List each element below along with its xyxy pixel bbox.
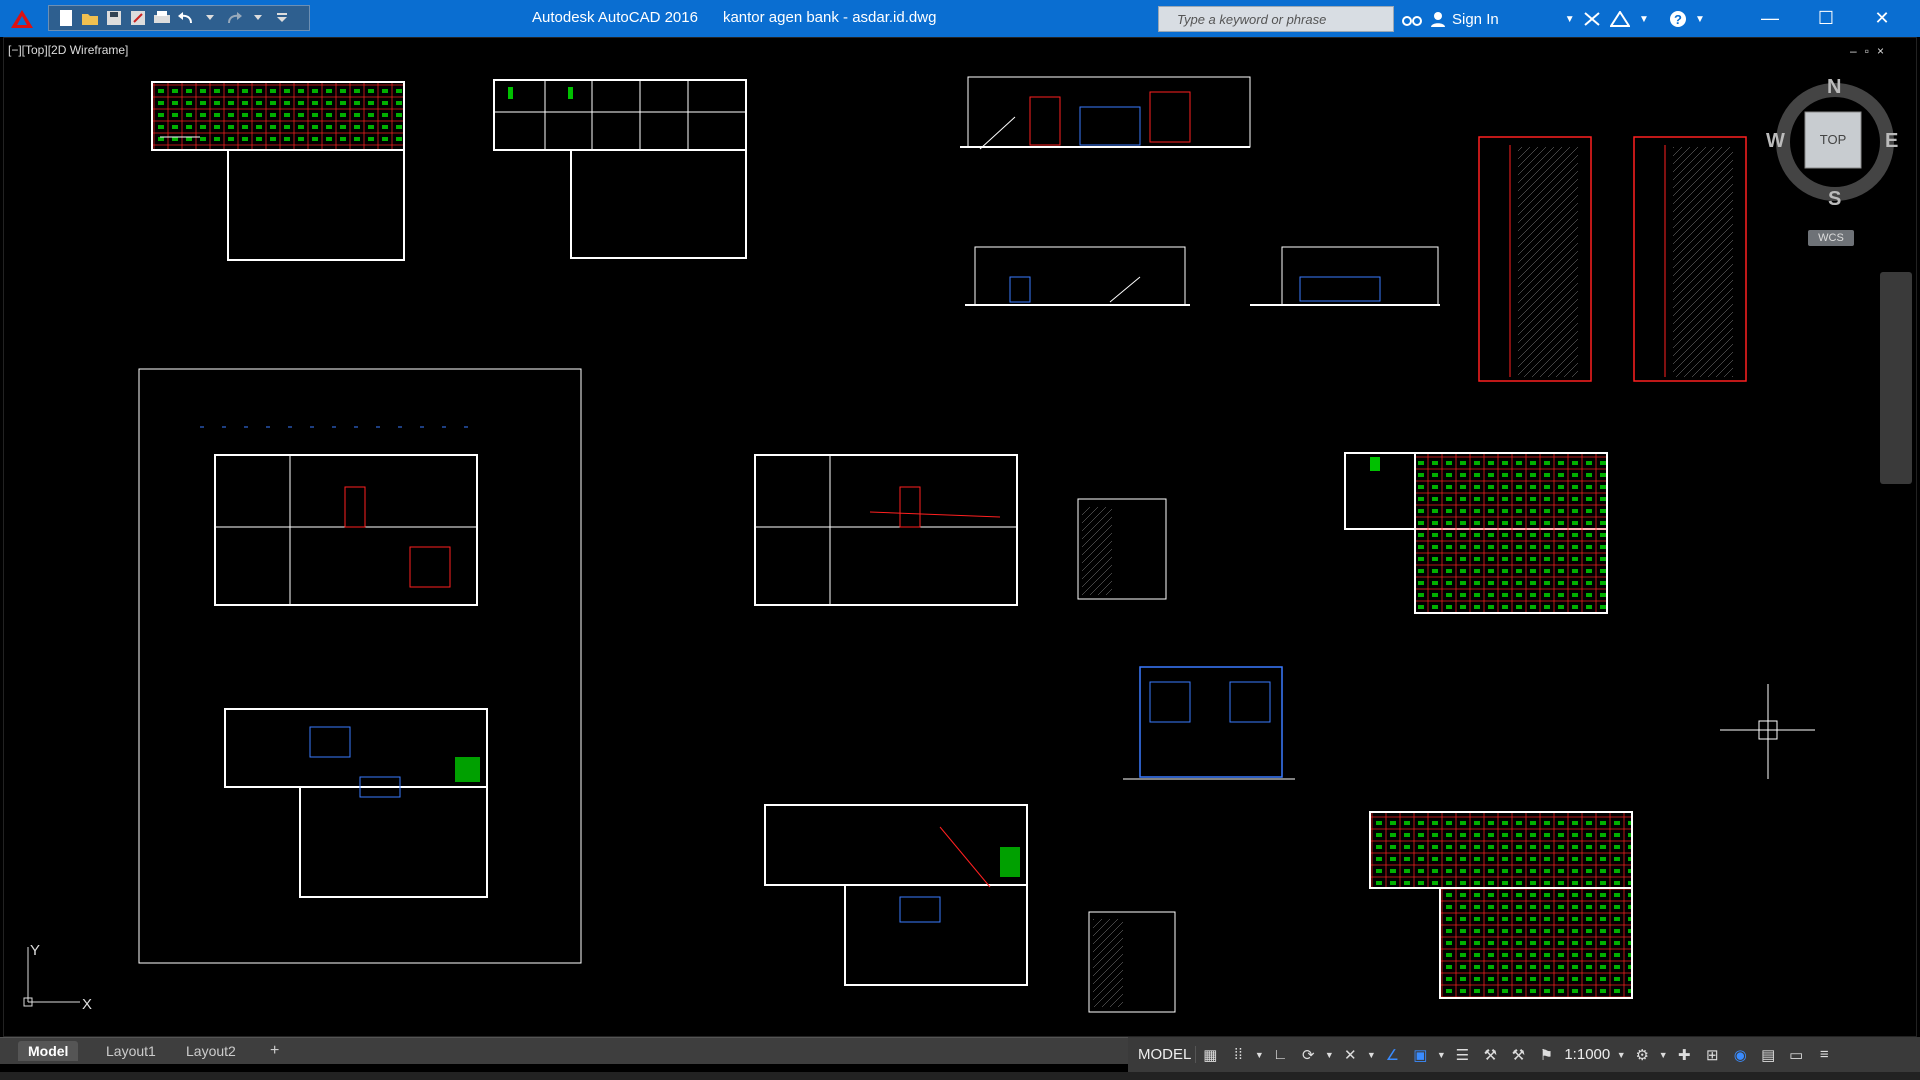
tab-layout1[interactable]: Layout1 bbox=[96, 1041, 166, 1061]
tab-layout2[interactable]: Layout2 bbox=[176, 1041, 246, 1061]
legend-table-1 bbox=[1478, 136, 1592, 382]
application-menu-button[interactable] bbox=[0, 0, 44, 37]
maximize-button[interactable]: ☐ bbox=[1798, 0, 1854, 37]
ucs-menu-button[interactable]: WCS bbox=[1808, 230, 1854, 246]
viewcube[interactable]: TOP N S E W bbox=[1766, 76, 1900, 211]
ceiling-plan-top-left bbox=[151, 81, 405, 261]
units-icon[interactable]: ⊞ bbox=[1698, 1042, 1726, 1068]
snap-dropdown-icon[interactable]: ▼ bbox=[1252, 1042, 1266, 1068]
autocad-logo-icon bbox=[11, 9, 33, 28]
furniture-plan-center bbox=[764, 804, 1028, 986]
search-input[interactable]: Type a keyword or phrase bbox=[1158, 6, 1394, 32]
grid-icon[interactable]: ▦ bbox=[1196, 1042, 1224, 1068]
ucs-y-label: Y bbox=[30, 942, 41, 959]
undo-dropdown-icon[interactable] bbox=[199, 8, 221, 28]
user-icon bbox=[1431, 12, 1445, 27]
compass-south[interactable]: S bbox=[1828, 188, 1841, 211]
front-elevation bbox=[1123, 666, 1295, 780]
workspace-gear-icon[interactable]: ⚙ bbox=[1628, 1042, 1656, 1068]
add-layout-button[interactable]: + bbox=[260, 1041, 289, 1061]
ceiling-plan-lower-right bbox=[1369, 811, 1633, 999]
floor-plan-upper-left bbox=[200, 426, 478, 606]
roof-plan-top bbox=[493, 79, 747, 259]
floor-plan-center bbox=[754, 454, 1018, 606]
sign-in-button[interactable]: Sign In ▼ bbox=[1430, 8, 1575, 30]
cad-drawing-canvas bbox=[23, 76, 1815, 1013]
window-title: Autodesk AutoCAD 2016 kantor agen bank -… bbox=[532, 9, 937, 26]
save-as-icon[interactable] bbox=[127, 8, 149, 28]
isolate-objects-icon[interactable]: ◉ bbox=[1726, 1042, 1754, 1068]
annotation-scale-icon[interactable]: ⚑ bbox=[1532, 1042, 1560, 1068]
legend-table-2 bbox=[1633, 136, 1747, 382]
object-snap-icon[interactable]: ▣ bbox=[1406, 1042, 1434, 1068]
annotation-visibility-icon[interactable]: ⚒ bbox=[1476, 1042, 1504, 1068]
isodraft-dropdown-icon[interactable]: ▼ bbox=[1364, 1042, 1378, 1068]
schedule-table-lower bbox=[1088, 911, 1176, 1013]
object-snap-tracking-icon[interactable]: ∠ bbox=[1378, 1042, 1406, 1068]
compass-west[interactable]: W bbox=[1766, 130, 1785, 153]
annotation-scale-value[interactable]: 1:1000 bbox=[1560, 1046, 1614, 1063]
close-button[interactable]: ✕ bbox=[1854, 0, 1910, 37]
a360-icon[interactable] bbox=[1608, 9, 1632, 29]
a360-dropdown-icon[interactable]: ▼ bbox=[1632, 9, 1656, 29]
undo-icon[interactable] bbox=[175, 8, 197, 28]
lineweight-icon[interactable]: ☰ bbox=[1448, 1042, 1476, 1068]
section-drawing-middle-left bbox=[965, 246, 1190, 306]
section-drawing-top bbox=[960, 76, 1251, 150]
layout-sheet-frame bbox=[138, 368, 582, 964]
section-drawing-middle-right bbox=[1250, 246, 1440, 306]
clean-screen-icon[interactable]: ▭ bbox=[1782, 1042, 1810, 1068]
redo-dropdown-icon[interactable] bbox=[247, 8, 269, 28]
snap-icon[interactable]: ⁞⁞ bbox=[1224, 1042, 1252, 1068]
ceiling-plan-right bbox=[1344, 452, 1608, 614]
ucs-x-label: X bbox=[82, 996, 93, 1013]
quick-access-toolbar bbox=[48, 5, 310, 31]
title-bar: Autodesk AutoCAD 2016 kantor agen bank -… bbox=[0, 0, 1920, 37]
annotation-monitor-icon[interactable]: ✚ bbox=[1670, 1042, 1698, 1068]
infer-constraints-icon[interactable]: ∟ bbox=[1266, 1042, 1294, 1068]
exchange-apps-icon[interactable] bbox=[1580, 9, 1604, 29]
model-space-button[interactable]: MODEL bbox=[1134, 1046, 1197, 1063]
tab-model[interactable]: Model bbox=[18, 1041, 79, 1061]
workspace-dropdown-icon[interactable]: ▼ bbox=[1656, 1042, 1670, 1068]
isodraft-icon[interactable]: ✕ bbox=[1336, 1042, 1364, 1068]
navigation-bar[interactable] bbox=[1880, 272, 1912, 484]
crosshair-cursor bbox=[1720, 684, 1815, 779]
hardware-acceleration-icon[interactable]: ▤ bbox=[1754, 1042, 1782, 1068]
schedule-table-center bbox=[1077, 498, 1167, 600]
compass-north[interactable]: N bbox=[1827, 76, 1841, 99]
status-bar: MODEL ▦ ⁞⁞ ▼ ∟ ⟳ ▼ ✕ ▼ ∠ ▣ ▼ ☰ ⚒ ⚒ ⚑ 1:1… bbox=[1128, 1037, 1920, 1072]
plot-icon[interactable] bbox=[151, 8, 173, 28]
redo-icon[interactable] bbox=[223, 8, 245, 28]
help-icon[interactable]: ? bbox=[1666, 9, 1690, 29]
svg-text:?: ? bbox=[1674, 12, 1682, 27]
chevron-down-icon: ▼ bbox=[1564, 13, 1575, 25]
polar-dropdown-icon[interactable]: ▼ bbox=[1322, 1042, 1336, 1068]
new-file-icon[interactable] bbox=[55, 8, 77, 28]
furniture-plan-lower-left bbox=[224, 708, 488, 898]
compass-east[interactable]: E bbox=[1885, 130, 1898, 153]
binoculars-icon[interactable] bbox=[1400, 9, 1424, 29]
sign-in-label: Sign In bbox=[1452, 10, 1499, 28]
auto-scale-icon[interactable]: ⚒ bbox=[1504, 1042, 1532, 1068]
polar-tracking-icon[interactable]: ⟳ bbox=[1294, 1042, 1322, 1068]
customization-menu-icon[interactable]: ≡ bbox=[1810, 1042, 1838, 1068]
save-icon[interactable] bbox=[103, 8, 125, 28]
help-dropdown-icon[interactable]: ▼ bbox=[1688, 9, 1712, 29]
viewcube-face-top[interactable]: TOP bbox=[1805, 132, 1861, 147]
bottom-strip bbox=[0, 1072, 1920, 1080]
open-file-icon[interactable] bbox=[79, 8, 101, 28]
customize-toolbar-icon[interactable] bbox=[271, 8, 293, 28]
minimize-button[interactable]: — bbox=[1742, 0, 1798, 37]
scale-dropdown-icon[interactable]: ▼ bbox=[1614, 1042, 1628, 1068]
object-snap-dropdown-icon[interactable]: ▼ bbox=[1434, 1042, 1448, 1068]
